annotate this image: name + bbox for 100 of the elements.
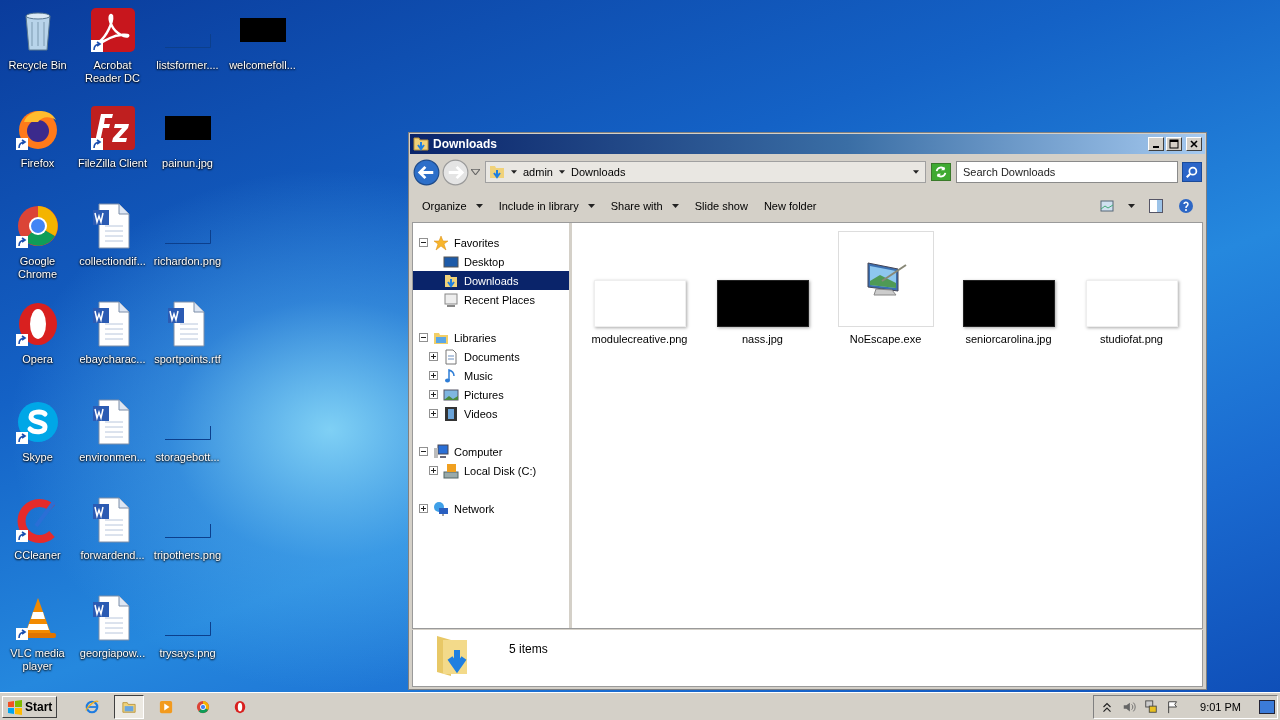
tree-item[interactable]: Network xyxy=(413,499,569,518)
preview-pane-icon[interactable] xyxy=(1148,198,1164,214)
desktop-icon-label[interactable]: Skype xyxy=(0,451,75,464)
help-icon[interactable] xyxy=(1178,198,1194,214)
document-icon xyxy=(443,348,459,365)
expand-toggle[interactable] xyxy=(429,466,438,475)
address-bar[interactable]: admin Downloads xyxy=(485,161,926,183)
desktop-icon-label[interactable]: collectiondif... xyxy=(75,255,150,268)
minimize-button[interactable] xyxy=(1148,137,1164,151)
chrome-icon xyxy=(196,698,211,715)
desktop-icon-label[interactable]: richardon.png xyxy=(150,255,225,268)
toolbar-button[interactable]: Share with xyxy=(604,196,685,216)
expand-toggle[interactable] xyxy=(429,390,438,399)
caret-icon xyxy=(558,170,565,174)
desktop-icon-label[interactable]: Opera xyxy=(0,353,75,366)
desktop-icon-label[interactable]: VLC media player xyxy=(0,647,75,673)
desktop-icon-label[interactable]: Acrobat Reader DC xyxy=(75,59,150,85)
desktop-icon-label[interactable]: Recycle Bin xyxy=(0,59,75,72)
desktop-icon-label[interactable]: listsformer.... xyxy=(150,59,225,72)
maximize-button[interactable] xyxy=(1166,137,1182,151)
file-name[interactable]: studiofat.png xyxy=(1100,333,1163,345)
expand-toggle[interactable] xyxy=(419,447,428,456)
toolbar-button[interactable]: Include in library xyxy=(492,196,601,216)
tree-item[interactable]: Favorites xyxy=(413,233,569,252)
desktop-icon-label[interactable]: FileZilla Client xyxy=(75,157,150,170)
desktop-icon-label[interactable]: environmen... xyxy=(75,451,150,464)
tree-item[interactable]: Desktop xyxy=(413,252,569,271)
folder-icon xyxy=(413,136,429,152)
refresh-button[interactable] xyxy=(931,163,951,181)
show-desktop-icon[interactable] xyxy=(1259,699,1275,714)
tree-item[interactable]: Pictures xyxy=(413,385,569,404)
desktop-icon-label[interactable]: trysays.png xyxy=(150,647,225,660)
image-thumbnail xyxy=(164,116,211,140)
desktop-icon-label[interactable]: ebaycharac... xyxy=(75,353,150,366)
file-name[interactable]: seniorcarolina.jpg xyxy=(965,333,1052,345)
tree-item[interactable]: Libraries xyxy=(413,328,569,347)
breadcrumb-item[interactable]: Downloads xyxy=(570,166,626,178)
expand-toggle[interactable] xyxy=(419,238,428,247)
search-button[interactable] xyxy=(1182,162,1202,182)
caret-icon xyxy=(511,170,517,174)
tree-item[interactable]: Videos xyxy=(413,404,569,423)
toolbar-button[interactable]: Organize xyxy=(416,196,489,216)
tree-item[interactable]: Documents xyxy=(413,347,569,366)
computer-icon xyxy=(433,443,449,460)
shortcut-arrow-icon xyxy=(15,530,28,542)
download-folder-icon xyxy=(443,272,459,289)
program-thumbnail[interactable] xyxy=(837,231,934,327)
recent-places-icon xyxy=(443,291,459,308)
desktop-icon-label[interactable]: CCleaner xyxy=(0,549,75,562)
desktop-icon-label[interactable]: Firefox xyxy=(0,157,75,170)
expand-toggle[interactable] xyxy=(429,409,438,418)
toolbar-button[interactable]: Slide show xyxy=(688,196,754,216)
start-button[interactable]: Start xyxy=(2,695,58,718)
desktop-icon-label[interactable]: sportpoints.rtf xyxy=(150,353,225,366)
desktop-icon-label[interactable]: georgiapow... xyxy=(75,647,150,660)
expand-toggle[interactable] xyxy=(419,504,428,513)
file-name[interactable]: NoEscape.exe xyxy=(849,333,922,345)
tree-item[interactable]: Computer xyxy=(413,442,569,461)
taskbar-button[interactable] xyxy=(114,694,145,719)
network-icon xyxy=(433,500,449,517)
desktop-icon-label[interactable]: welcomefoll... xyxy=(225,59,300,72)
internet-explorer-icon xyxy=(85,698,100,715)
picture-icon xyxy=(443,386,459,403)
star-icon xyxy=(433,234,449,251)
image-thumbnail xyxy=(164,524,211,538)
speaker-icon[interactable] xyxy=(1122,699,1137,714)
shortcut-arrow-icon xyxy=(90,40,103,52)
tree-item[interactable]: Downloads xyxy=(413,271,569,290)
shortcut-arrow-icon xyxy=(15,236,28,248)
expand-toggle[interactable] xyxy=(419,333,428,342)
refresh-icon xyxy=(933,165,949,179)
history-caret-icon[interactable] xyxy=(471,169,480,175)
back-button[interactable] xyxy=(413,158,440,186)
close-button[interactable] xyxy=(1186,137,1202,151)
monitor-icon xyxy=(443,253,459,270)
clock[interactable]: 9:01 PM xyxy=(1200,700,1241,713)
expand-toggle[interactable] xyxy=(429,371,438,380)
flag-icon[interactable] xyxy=(1166,699,1181,714)
tree-item[interactable]: Recent Places xyxy=(413,290,569,309)
desktop-icon-label[interactable]: forwardend... xyxy=(75,549,150,562)
acrobat-icon xyxy=(88,6,137,54)
image-thumbnail[interactable] xyxy=(962,280,1055,327)
file-name[interactable]: nass.jpg xyxy=(742,333,783,345)
image-thumbnail[interactable] xyxy=(716,280,809,327)
desktop-icon-label[interactable]: painun.jpg xyxy=(150,157,225,170)
image-thumbnail xyxy=(239,18,286,42)
shortcut-arrow-icon xyxy=(15,138,28,150)
tree-item[interactable]: Music xyxy=(413,366,569,385)
caret-icon[interactable] xyxy=(1128,204,1135,208)
tree-item[interactable]: Local Disk (C:) xyxy=(413,461,569,480)
file-name[interactable]: modulecreative.png xyxy=(591,333,688,345)
image-thumbnail xyxy=(164,426,211,440)
search-icon xyxy=(1185,165,1199,179)
toolbar-button[interactable]: New folder xyxy=(757,196,823,216)
shortcut-arrow-icon xyxy=(90,138,103,150)
desktop-icon-label[interactable]: Google Chrome xyxy=(0,255,75,281)
network-icon[interactable] xyxy=(1144,699,1159,714)
expand-toggle[interactable] xyxy=(429,352,438,361)
search-field[interactable]: Search Downloads xyxy=(956,161,1178,183)
breadcrumb-item[interactable]: admin xyxy=(523,166,553,178)
